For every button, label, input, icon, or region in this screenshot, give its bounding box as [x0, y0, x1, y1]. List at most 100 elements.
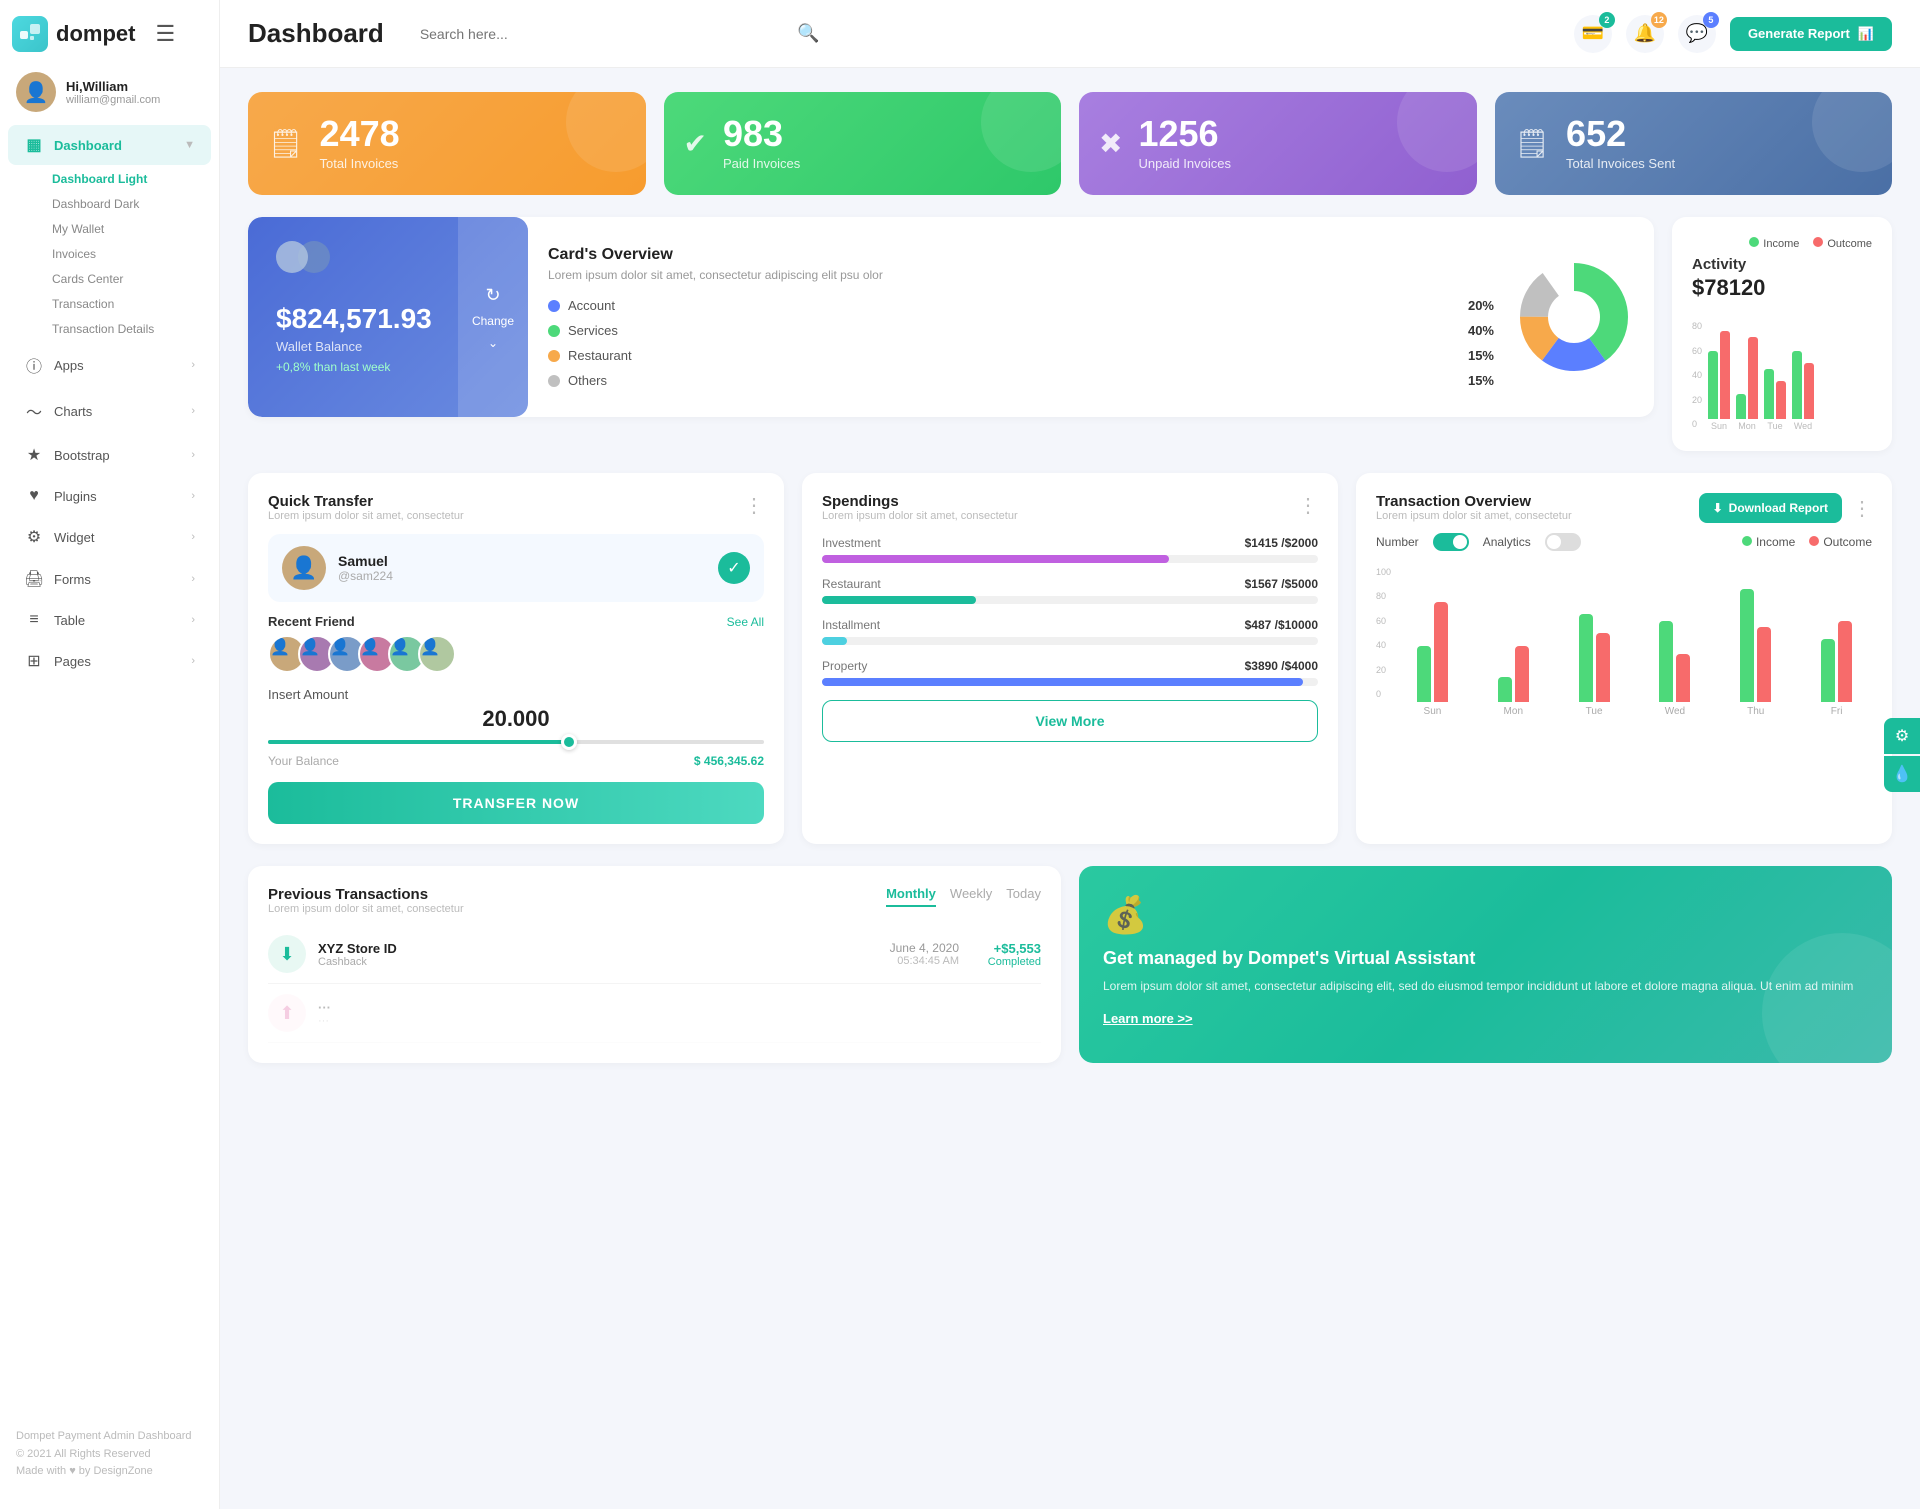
stat-card-paid: ✔ 983 Paid Invoices [664, 92, 1062, 195]
spending-amount: $3890 /$4000 [1245, 659, 1318, 673]
sidebar-item-plugins[interactable]: ♥ Plugins › [8, 477, 211, 515]
bar-outcome [1515, 646, 1529, 702]
submenu-item-transaction-details[interactable]: Transaction Details [44, 317, 219, 341]
footer-credit: Made with ♥ by DesignZone [16, 1463, 203, 1481]
sidebar-item-label: Pages [54, 654, 91, 669]
sidebar-item-dashboard[interactable]: ▦ Dashboard ▼ [8, 125, 211, 165]
bar-income [1417, 646, 1431, 702]
view-more-button[interactable]: View More [822, 700, 1318, 742]
hamburger-icon[interactable]: ☰ [145, 21, 185, 47]
spending-bar-bg [822, 555, 1318, 563]
submenu-item-invoices[interactable]: Invoices [44, 242, 219, 266]
sidebar-item-charts[interactable]: 〜 Charts › [8, 389, 211, 433]
header: Dashboard 🔍 💳 2 🔔 12 💬 5 Generate Report… [220, 0, 1920, 68]
mid-left: $824,571.93 Wallet Balance +0,8% than la… [248, 217, 1654, 451]
prev-tx-sub: Lorem ipsum dolor sit amet, consectetur [268, 903, 464, 915]
qt-slider[interactable] [268, 740, 764, 744]
sidebar-item-pages[interactable]: ⊞ Pages › [8, 641, 211, 681]
dashboard-icon: ▦ [24, 135, 44, 155]
toggle-number[interactable] [1433, 533, 1469, 551]
sidebar-item-widget[interactable]: ⚙ Widget › [8, 517, 211, 557]
bell-icon-btn[interactable]: 🔔 12 [1626, 15, 1664, 53]
va-learn-more-link[interactable]: Learn more >> [1103, 1011, 1193, 1026]
tab-today[interactable]: Today [1006, 886, 1041, 907]
more-options-icon[interactable]: ⋮ [1852, 496, 1872, 521]
avatar: 👤 [16, 72, 56, 112]
submenu-item-transaction[interactable]: Transaction [44, 292, 219, 316]
search-input[interactable] [420, 26, 790, 42]
bar-income [1659, 621, 1673, 702]
legend-account: Account 20% [548, 298, 1494, 313]
spendings-title: Spendings [822, 493, 1018, 510]
sidebar-item-table[interactable]: ≡ Table › [8, 601, 211, 639]
water-drop-icon-btn[interactable]: 💧 [1884, 756, 1920, 792]
submenu-item-dashboard-light[interactable]: Dashboard Light [44, 167, 219, 191]
qt-see-all-link[interactable]: See All [727, 615, 764, 629]
settings-icon-btn[interactable]: ⚙ [1884, 718, 1920, 754]
card-bg-circle [981, 92, 1061, 172]
bar-income [1708, 351, 1718, 419]
sidebar-item-apps[interactable]: ⓘ Apps › [8, 343, 211, 387]
spending-amount: $487 /$10000 [1245, 618, 1318, 632]
submenu-item-my-wallet[interactable]: My Wallet [44, 217, 219, 241]
activity-title: Activity [1692, 256, 1872, 273]
qt-user-handle: @sam224 [338, 569, 393, 583]
pages-icon: ⊞ [24, 651, 44, 671]
tx-toggles: Number Analytics Income Outcome [1376, 533, 1872, 551]
sidebar: dompet ☰ 👤 Hi,William william@gmail.com … [0, 0, 220, 1509]
card-bg-circle [1397, 92, 1477, 172]
prev-tx-header: Previous Transactions Lorem ipsum dolor … [268, 886, 1041, 915]
right-sidebar: ⚙ 💧 [1884, 718, 1920, 792]
sidebar-item-forms[interactable]: 🖨 Forms › [8, 559, 211, 599]
wallet-change-button[interactable]: ↻ Change ⌄ [458, 217, 528, 417]
tab-monthly[interactable]: Monthly [886, 886, 936, 907]
stat-num-paid: 983 [723, 116, 800, 152]
legend-services: Services 40% [548, 323, 1494, 338]
chart-legend: Account 20% Services 40% Restaurant 15% [548, 298, 1494, 388]
bar-group-thu: Thu [1720, 589, 1791, 717]
income-dot [1742, 536, 1752, 546]
download-report-button[interactable]: ⬇ Download Report [1699, 493, 1842, 523]
sidebar-item-bootstrap[interactable]: ★ Bootstrap › [8, 435, 211, 475]
submenu-item-dashboard-dark[interactable]: Dashboard Dark [44, 192, 219, 216]
tx-store-name: XYZ Store ID [318, 941, 397, 956]
sidebar-item-label: Forms [54, 572, 91, 587]
submenu-item-cards-center[interactable]: Cards Center [44, 267, 219, 291]
qt-slider-thumb [561, 734, 577, 750]
toggle-analytics[interactable] [1545, 533, 1581, 551]
sidebar-user: 👤 Hi,William william@gmail.com [0, 60, 219, 124]
bar-income [1821, 639, 1835, 702]
friend-avatar[interactable]: 👤 [418, 635, 456, 673]
spending-bar-fill [822, 596, 976, 604]
stat-card-unpaid: ✖ 1256 Unpaid Invoices [1079, 92, 1477, 195]
prev-tx-section: Previous Transactions Lorem ipsum dolor … [248, 866, 1892, 1063]
wallet-icon-btn[interactable]: 💳 2 [1574, 15, 1612, 53]
va-title: Get managed by Dompet's Virtual Assistan… [1103, 948, 1868, 969]
tab-weekly[interactable]: Weekly [950, 886, 992, 907]
mid-section: $824,571.93 Wallet Balance +0,8% than la… [248, 217, 1892, 451]
more-options-icon[interactable]: ⋮ [744, 493, 764, 518]
generate-report-button[interactable]: Generate Report 📊 [1730, 17, 1892, 51]
more-options-icon[interactable]: ⋮ [1298, 493, 1318, 518]
legend-restaurant: Restaurant 15% [548, 348, 1494, 363]
table-row: ⬇ XYZ Store ID Cashback June 4, 2020 05:… [268, 925, 1041, 984]
sidebar-item-label: Apps [54, 358, 84, 373]
tx-chart: 100 80 60 40 20 0 [1376, 567, 1872, 717]
table-row: ⬆ ··· ··· [268, 984, 1041, 1043]
main-area: Dashboard 🔍 💳 2 🔔 12 💬 5 Generate Report… [220, 0, 1920, 1509]
transfer-now-button[interactable]: TRANSFER NOW [268, 782, 764, 824]
bar-income [1740, 589, 1754, 702]
widget-icon: ⚙ [24, 527, 44, 547]
chat-icon-btn[interactable]: 💬 5 [1678, 15, 1716, 53]
bar-income [1792, 351, 1802, 419]
chevron-right-icon: › [191, 531, 195, 543]
tx-amount: +$5,553 [971, 941, 1041, 956]
qt-amount-value: 20.000 [268, 706, 764, 732]
card-bg-circle [566, 92, 646, 172]
chevron-right-icon: › [191, 655, 195, 667]
x-icon: ✖ [1099, 127, 1122, 160]
bottom-row: Quick Transfer Lorem ipsum dolor sit ame… [248, 473, 1892, 844]
chart-bar-icon: 📊 [1858, 26, 1874, 42]
services-dot [548, 325, 560, 337]
qt-balance-label: Your Balance [268, 754, 339, 768]
